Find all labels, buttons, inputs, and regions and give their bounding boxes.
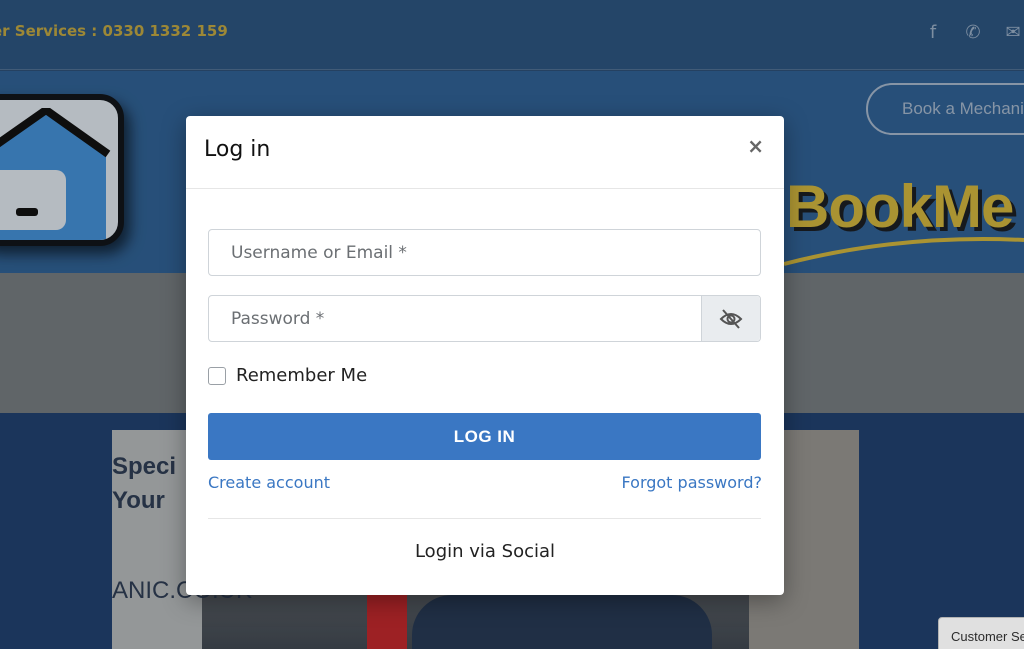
forgot-password-link[interactable]: Forgot password? (622, 473, 762, 492)
toggle-password-visibility-button[interactable] (701, 296, 760, 341)
login-button[interactable]: LOG IN (208, 413, 761, 460)
password-field-wrapper (208, 295, 761, 342)
create-account-link[interactable]: Create account (208, 473, 330, 492)
remember-me-label[interactable]: Remember Me (236, 365, 367, 386)
username-field-wrapper (208, 229, 761, 276)
remember-me[interactable]: Remember Me (208, 365, 367, 386)
username-input[interactable] (209, 230, 760, 275)
divider (208, 518, 761, 519)
close-icon[interactable]: × (747, 136, 764, 156)
remember-me-checkbox[interactable] (208, 366, 226, 385)
modal-header: Log in × (186, 116, 784, 189)
login-modal: Log in × Remember Me LOG IN Create accou… (186, 116, 784, 595)
password-input[interactable] (209, 296, 702, 341)
modal-title: Log in (204, 137, 271, 162)
login-via-social-link[interactable]: Login via Social (186, 541, 784, 562)
eye-slash-icon (719, 308, 743, 329)
